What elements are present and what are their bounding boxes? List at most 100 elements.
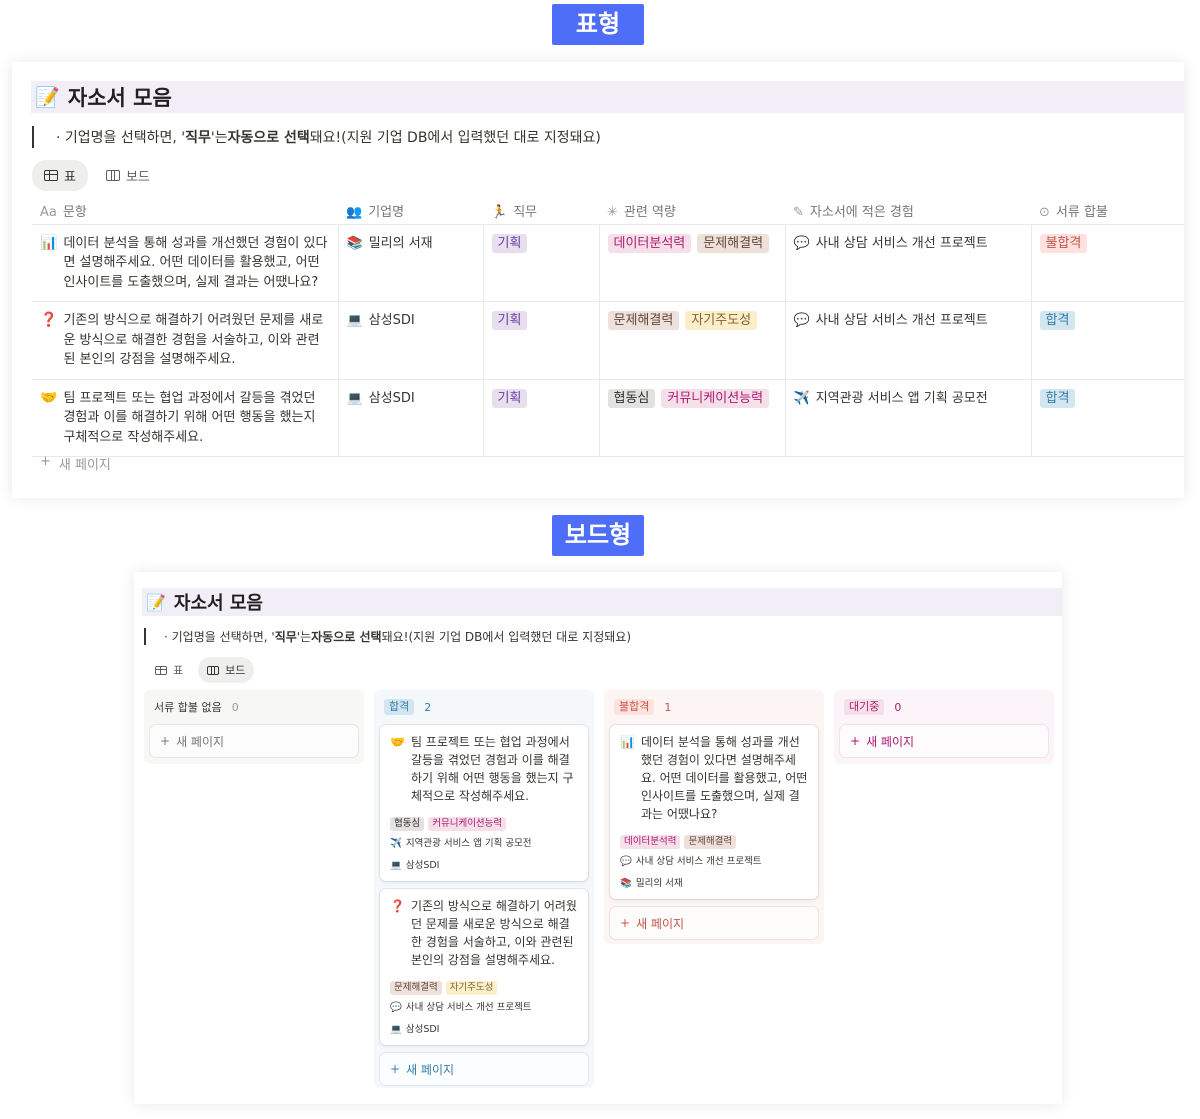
cell-skills[interactable]: 문제해결력 자기주도성: [599, 301, 786, 380]
speech-bubble-icon: 💬: [793, 235, 810, 251]
table-row[interactable]: 📊 데이터 분석을 통해 성과를 개선했던 경험이 있다면 설명해주세요. 어떤 …: [32, 224, 1184, 302]
tab-table-view[interactable]: 표: [146, 657, 192, 683]
skill-tag: 문제해결력: [684, 835, 737, 849]
callout-bold-auto: 자동으로 선택: [311, 630, 382, 644]
tab-board-view[interactable]: 보드: [94, 160, 162, 191]
new-page-button[interactable]: + 새 페이지: [610, 907, 818, 939]
plus-icon: +: [850, 734, 861, 748]
experience-name[interactable]: 지역관광 서비스 앱 기획 공모전: [816, 389, 988, 409]
skill-tag: 커뮤니케이션능력: [428, 817, 507, 831]
database-title[interactable]: 📝 자소서 모음: [31, 81, 1184, 113]
cell-result[interactable]: 불합격: [1031, 224, 1184, 302]
column-header[interactable]: 대기중 0: [840, 698, 1048, 716]
new-page-button[interactable]: + 새 페이지: [150, 725, 358, 757]
speech-bubble-icon: 💬: [390, 1002, 402, 1013]
column-header-skills[interactable]: ✳ 관련 역량: [599, 198, 785, 225]
new-page-button[interactable]: + 새 페이지: [32, 454, 111, 473]
card-experience: 지역관광 서비스 앱 기획 공모전: [405, 838, 532, 849]
table-row[interactable]: ❓ 기존의 방식으로 해결하기 어려웠던 문제를 새로운 방식으로 해결한 경험을…: [32, 301, 1184, 380]
skill-tag: 문제해결력: [697, 233, 770, 253]
column-header[interactable]: 불합격 1: [610, 698, 818, 716]
experience-name[interactable]: 사내 상담 서비스 개선 프로젝트: [816, 234, 988, 254]
cell-experience[interactable]: 💬 사내 상담 서비스 개선 프로젝트: [785, 224, 1032, 302]
skill-tag: 자기주도성: [685, 311, 758, 330]
cell-role[interactable]: 기획: [483, 224, 600, 302]
cell-question[interactable]: ❓ 기존의 방식으로 해결하기 어려웠던 문제를 새로운 방식으로 해결한 경험을…: [32, 301, 339, 380]
cell-company[interactable]: 💻 삼성SDI: [338, 301, 484, 380]
card-experience: 사내 상담 서비스 개선 프로젝트: [635, 856, 762, 867]
role-tag: 기획: [491, 388, 528, 408]
asterisk-icon: ✳: [607, 205, 618, 221]
cell-question[interactable]: 📊 데이터 분석을 통해 성과를 개선했던 경험이 있다면 설명해주세요. 어떤 …: [32, 224, 339, 302]
card-company: 삼성SDI: [405, 1024, 440, 1035]
tab-table-view[interactable]: 표: [32, 160, 88, 191]
board-card[interactable]: ❓ 기존의 방식으로 해결하기 어려웠던 문제를 새로운 방식으로 해결한 경험을…: [380, 889, 588, 1045]
tab-board-view[interactable]: 보드: [198, 657, 255, 683]
people-icon: 👥: [346, 205, 363, 221]
column-label: 문항: [62, 205, 87, 221]
column-header-result[interactable]: ⊙ 서류 합불: [1031, 198, 1184, 225]
board-icon: [207, 665, 220, 675]
board-column-pass: 합격 2 🤝 팀 프로젝트 또는 협업 과정에서 갈등을 겪었던 경험과 이를 해…: [374, 690, 594, 1088]
laptop-icon: 💻: [390, 860, 402, 871]
column-header-role[interactable]: 🏃 직무: [483, 198, 599, 225]
skill-tag: 데이터분석력: [607, 233, 692, 253]
experience-name[interactable]: 사내 상담 서비스 개선 프로젝트: [816, 311, 988, 331]
skill-tag: 협동심: [390, 817, 425, 831]
column-header-experience[interactable]: ✎ 자소서에 적은 경험: [785, 198, 1031, 225]
result-tag: 합격: [1039, 388, 1076, 408]
column-count: 2: [424, 700, 432, 714]
plus-icon: +: [40, 454, 51, 469]
role-tag: 기획: [491, 233, 528, 253]
description-callout: · 기업명을 선택하면, ' 직무 '는 자동으로 선택 돼요!(지원 기업 DB에서…: [144, 628, 631, 645]
column-label: 서류 합불: [1055, 205, 1108, 221]
callout-bold-role: 직무: [185, 130, 211, 146]
view-tabs: 표 보드: [146, 657, 255, 683]
cell-result[interactable]: 합격: [1031, 301, 1184, 380]
text-type-icon: Aa: [40, 205, 57, 221]
callout-prefix: · 기업명을 선택하면, ': [164, 630, 275, 644]
column-label: 관련 역량: [623, 205, 676, 221]
laptop-icon: 💻: [346, 313, 363, 328]
cell-role[interactable]: 기획: [483, 301, 600, 380]
cell-company[interactable]: 📚 밀리의 서재: [338, 224, 484, 302]
new-page-button[interactable]: + 새 페이지: [840, 725, 1048, 757]
company-name[interactable]: 삼성SDI: [369, 389, 415, 409]
table-row[interactable]: 🤝 팀 프로젝트 또는 협업 과정에서 갈등을 겪었던 경험과 이를 해결하기 위…: [32, 379, 1184, 457]
new-page-button[interactable]: + 새 페이지: [380, 1053, 588, 1085]
callout-suffix: 돼요!(지원 기업 DB에서 입력했던 대로 지정돼요): [381, 630, 632, 644]
callout-middle: '는: [296, 630, 312, 644]
board-icon: [105, 170, 120, 181]
column-header[interactable]: 합격 2: [380, 698, 588, 716]
cell-role[interactable]: 기획: [483, 379, 600, 457]
new-page-label: 새 페이지: [406, 1062, 455, 1077]
question-mark-icon: ❓: [390, 899, 405, 913]
table-icon: [44, 170, 58, 181]
company-name[interactable]: 밀리의 서재: [369, 234, 433, 254]
airplane-icon: ✈️: [793, 390, 810, 406]
column-header-question[interactable]: Aa 문항: [32, 198, 338, 225]
cell-experience[interactable]: ✈️ 지역관광 서비스 앱 기획 공모전: [785, 379, 1032, 457]
company-name[interactable]: 삼성SDI: [369, 311, 415, 331]
board-view-panel: 📝 자소서 모음 · 기업명을 선택하면, ' 직무 '는 자동으로 선택 돼요!(지…: [134, 572, 1062, 1104]
board-card[interactable]: 📊 데이터 분석을 통해 성과를 개선했던 경험이 있다면 설명해주세요. 어떤 …: [610, 725, 818, 899]
database-title[interactable]: 📝 자소서 모음: [142, 588, 1062, 616]
cell-result[interactable]: 합격: [1031, 379, 1184, 457]
board-column-waiting: 대기중 0 + 새 페이지: [834, 690, 1054, 764]
cell-skills[interactable]: 데이터분석력 문제해결력: [599, 224, 786, 302]
tab-board-label: 보드: [125, 170, 150, 185]
cell-question[interactable]: 🤝 팀 프로젝트 또는 협업 과정에서 갈등을 겪었던 경험과 이를 해결하기 위…: [32, 379, 339, 457]
chart-icon: 📊: [40, 234, 58, 251]
column-header[interactable]: 서류 합불 없음 0: [150, 698, 358, 716]
section-label-board-view: 보드형: [552, 515, 644, 556]
cell-company[interactable]: 💻 삼성SDI: [338, 379, 484, 457]
table-icon: [155, 665, 167, 675]
tab-board-label: 보드: [225, 664, 246, 677]
speech-bubble-icon: 💬: [793, 313, 810, 328]
board-card[interactable]: 🤝 팀 프로젝트 또는 협업 과정에서 갈등을 겪었던 경험과 이를 해결하기 위…: [380, 725, 588, 881]
section-label-table-view: 표형: [552, 4, 644, 45]
column-header-company[interactable]: 👥 기업명: [338, 198, 483, 225]
cell-experience[interactable]: 💬 사내 상담 서비스 개선 프로젝트: [785, 301, 1032, 380]
cell-skills[interactable]: 협동심 커뮤니케이션능력: [599, 379, 786, 457]
books-icon: 📚: [346, 235, 363, 251]
